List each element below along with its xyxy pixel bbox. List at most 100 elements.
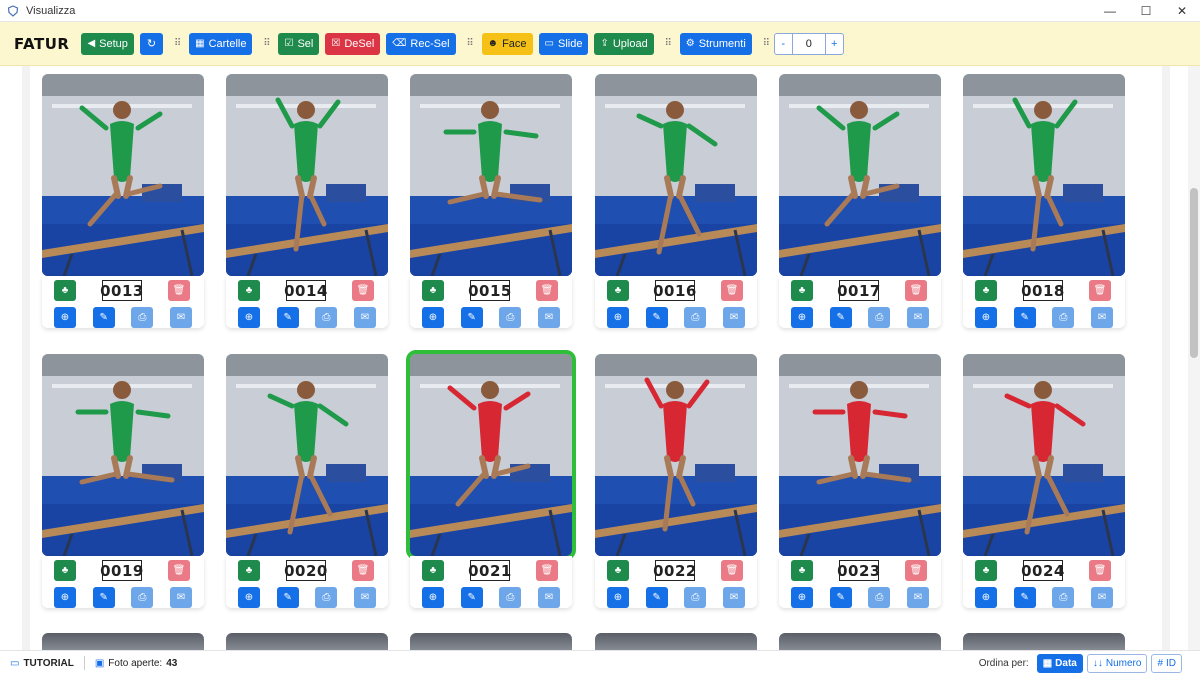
print-button[interactable]: ⎙ xyxy=(315,307,338,328)
print-button[interactable]: ⎙ xyxy=(1052,587,1075,608)
photo-thumbnail-partial[interactable] xyxy=(226,633,388,650)
photo-card[interactable]: ♣ 0018 🗑 ⊕ ✎ ⎙ ✉ xyxy=(963,74,1125,330)
print-button[interactable]: ⎙ xyxy=(315,587,338,608)
toolbar-grip-3[interactable]: ⠿ xyxy=(466,33,473,55)
upload-button[interactable]: ⇪ Upload xyxy=(594,32,654,55)
edit-button[interactable]: ✎ xyxy=(276,587,299,608)
sort-by-id-button[interactable]: # ID xyxy=(1151,654,1182,673)
print-button[interactable]: ⎙ xyxy=(131,587,154,608)
face-button[interactable]: ☻ Face xyxy=(481,32,533,55)
toolbar-grip-4[interactable]: ⠿ xyxy=(664,33,672,55)
edit-button[interactable]: ✎ xyxy=(829,587,852,608)
delete-button[interactable]: 🗑 xyxy=(536,280,558,301)
counter-value[interactable]: 0 xyxy=(791,33,826,54)
maximize-button[interactable]: ☐ xyxy=(1128,0,1164,22)
refresh-button[interactable]: ↻ xyxy=(139,32,164,55)
tree-button[interactable]: ♣ xyxy=(607,560,629,581)
email-button[interactable]: ✉ xyxy=(353,587,376,608)
photo-thumbnail[interactable] xyxy=(595,74,757,276)
photo-thumbnail-partial[interactable] xyxy=(779,633,941,650)
photo-card[interactable]: ♣ 0023 🗑 ⊕ ✎ ⎙ ✉ xyxy=(779,354,941,610)
photo-card[interactable]: ♣ 0024 🗑 ⊕ ✎ ⎙ ✉ xyxy=(963,354,1125,610)
scrollbar-thumb[interactable] xyxy=(1190,188,1198,358)
photo-thumbnail[interactable] xyxy=(410,74,572,276)
tree-button[interactable]: ♣ xyxy=(975,560,997,581)
setup-button[interactable]: ◀ Setup xyxy=(81,32,134,55)
delete-button[interactable]: 🗑 xyxy=(905,280,927,301)
toolbar-grip-2[interactable]: ⠿ xyxy=(262,33,270,55)
delete-button[interactable]: 🗑 xyxy=(168,560,190,581)
edit-button[interactable]: ✎ xyxy=(92,587,115,608)
edit-button[interactable]: ✎ xyxy=(276,307,299,328)
tree-button[interactable]: ♣ xyxy=(607,280,629,301)
email-button[interactable]: ✉ xyxy=(722,307,745,328)
zoom-button[interactable]: ⊕ xyxy=(791,587,813,608)
deselect-button[interactable]: ☒ DeSel xyxy=(325,32,381,55)
photo-card[interactable]: ♣ 0014 🗑 ⊕ ✎ ⎙ ✉ xyxy=(226,74,388,330)
photo-card[interactable]: ♣ 0015 🗑 ⊕ ✎ ⎙ ✉ xyxy=(410,74,572,330)
photo-card[interactable]: ♣ 0017 🗑 ⊕ ✎ ⎙ ✉ xyxy=(779,74,941,330)
photo-thumbnail[interactable] xyxy=(42,354,204,556)
cartelle-button[interactable]: ▦ Cartelle xyxy=(189,32,253,55)
photo-thumbnail[interactable] xyxy=(226,74,388,276)
zoom-button[interactable]: ⊕ xyxy=(791,307,813,328)
tree-button[interactable]: ♣ xyxy=(54,560,76,581)
photo-thumbnail[interactable] xyxy=(406,350,576,560)
zoom-button[interactable]: ⊕ xyxy=(422,587,444,608)
print-button[interactable]: ⎙ xyxy=(684,307,707,328)
delete-button[interactable]: 🗑 xyxy=(905,560,927,581)
photo-thumbnail[interactable] xyxy=(779,354,941,556)
delete-button[interactable]: 🗑 xyxy=(168,280,190,301)
toolbar-grip-1[interactable]: ⠿ xyxy=(173,33,181,55)
photo-card[interactable]: ♣ 0021 🗑 ⊕ ✎ ⎙ ✉ xyxy=(406,350,576,610)
close-button[interactable]: ✕ xyxy=(1164,0,1200,22)
edit-button[interactable]: ✎ xyxy=(1013,587,1036,608)
photo-card[interactable]: ♣ 0016 🗑 ⊕ ✎ ⎙ ✉ xyxy=(595,74,757,330)
tree-button[interactable]: ♣ xyxy=(238,280,260,301)
zoom-button[interactable]: ⊕ xyxy=(238,587,260,608)
photo-thumbnail[interactable] xyxy=(963,74,1125,276)
delete-button[interactable]: 🗑 xyxy=(352,560,374,581)
select-button[interactable]: ☑ Sel xyxy=(278,32,320,55)
edit-button[interactable]: ✎ xyxy=(1013,307,1036,328)
photo-thumbnail-partial[interactable] xyxy=(595,633,757,650)
zoom-button[interactable]: ⊕ xyxy=(54,587,76,608)
zoom-button[interactable]: ⊕ xyxy=(422,307,444,328)
delete-button[interactable]: 🗑 xyxy=(1089,560,1111,581)
recsel-button[interactable]: ⌫ Rec-Sel xyxy=(386,32,456,55)
increment-button[interactable]: + xyxy=(826,34,843,54)
photo-thumbnail[interactable] xyxy=(226,354,388,556)
tree-button[interactable]: ♣ xyxy=(54,280,76,301)
zoom-button[interactable]: ⊕ xyxy=(607,587,629,608)
print-button[interactable]: ⎙ xyxy=(499,587,522,608)
email-button[interactable]: ✉ xyxy=(1090,587,1113,608)
tree-button[interactable]: ♣ xyxy=(422,280,444,301)
email-button[interactable]: ✉ xyxy=(537,307,560,328)
strumenti-button[interactable]: ⚙ Strumenti xyxy=(679,32,752,55)
photo-thumbnail-partial[interactable] xyxy=(410,633,572,650)
email-button[interactable]: ✉ xyxy=(353,307,376,328)
photo-thumbnail-partial[interactable] xyxy=(42,633,204,650)
photo-card[interactable]: ♣ 0019 🗑 ⊕ ✎ ⎙ ✉ xyxy=(42,354,204,610)
photo-card[interactable]: ♣ 0022 🗑 ⊕ ✎ ⎙ ✉ xyxy=(595,354,757,610)
email-button[interactable]: ✉ xyxy=(169,307,192,328)
print-button[interactable]: ⎙ xyxy=(499,307,522,328)
print-button[interactable]: ⎙ xyxy=(868,307,891,328)
zoom-button[interactable]: ⊕ xyxy=(54,307,76,328)
email-button[interactable]: ✉ xyxy=(1090,307,1113,328)
photo-card[interactable]: ♣ 0013 🗑 ⊕ ✎ ⎙ ✉ xyxy=(42,74,204,330)
email-button[interactable]: ✉ xyxy=(722,587,745,608)
print-button[interactable]: ⎙ xyxy=(868,587,891,608)
slide-button[interactable]: ▭ Slide xyxy=(538,32,589,55)
edit-button[interactable]: ✎ xyxy=(829,307,852,328)
delete-button[interactable]: 🗑 xyxy=(721,280,743,301)
delete-button[interactable]: 🗑 xyxy=(352,280,374,301)
tree-button[interactable]: ♣ xyxy=(791,560,813,581)
edit-button[interactable]: ✎ xyxy=(92,307,115,328)
sort-by-date-button[interactable]: ▦ Data xyxy=(1036,654,1083,673)
tree-button[interactable]: ♣ xyxy=(975,280,997,301)
tutorial-button[interactable]: ▭ TUTORIAL xyxy=(10,658,74,669)
email-button[interactable]: ✉ xyxy=(537,587,560,608)
zoom-button[interactable]: ⊕ xyxy=(607,307,629,328)
vertical-scrollbar[interactable] xyxy=(1188,66,1200,650)
